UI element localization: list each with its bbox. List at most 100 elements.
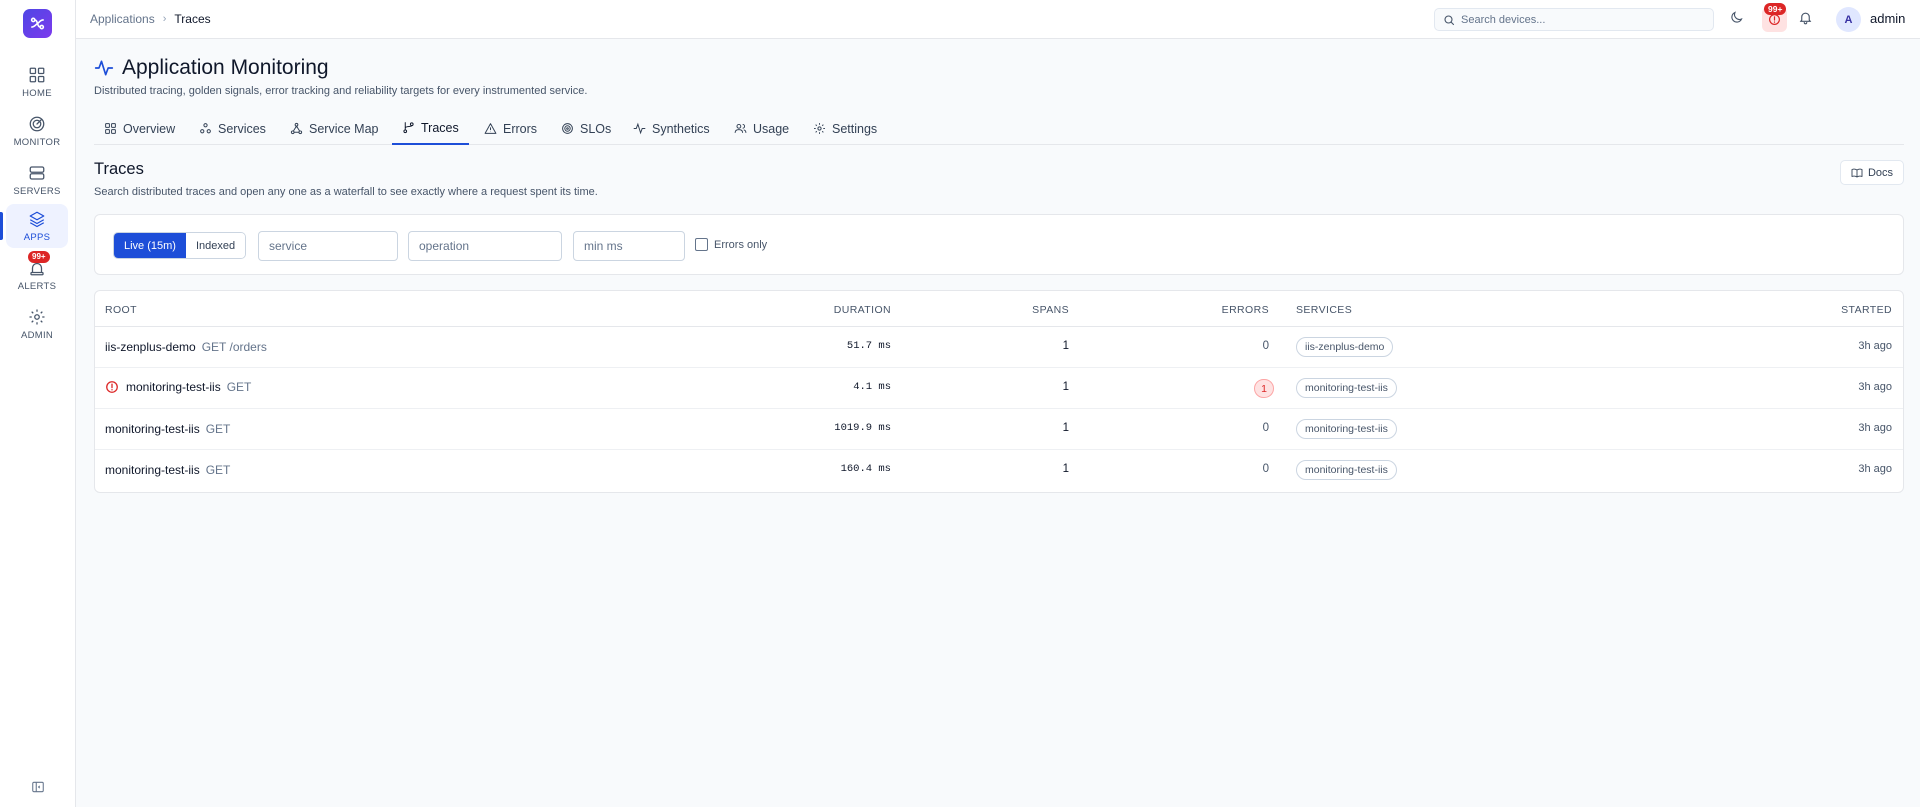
service-tag: iis-zenplus-demo [1296, 337, 1394, 357]
root-cell: iis-zenplus-demo GET /orders [105, 340, 267, 354]
tab-usage[interactable]: Usage [734, 112, 789, 145]
sidebar-collapse-button[interactable] [31, 780, 45, 794]
operation-filter-input[interactable] [408, 231, 562, 261]
spans-cell: 1 [1062, 463, 1069, 475]
root-cell: monitoring-test-iis GET [105, 422, 230, 436]
sidebar-item-label: SERVERS [13, 185, 61, 197]
column-header-services: SERVICES [1296, 304, 1353, 316]
grid-icon [105, 123, 116, 134]
docs-label: Docs [1867, 166, 1894, 179]
tab-services[interactable]: Services [199, 112, 266, 145]
nodes-icon [200, 123, 211, 134]
moon-icon [1731, 11, 1743, 23]
sidebar-item-label: APPS [23, 231, 51, 243]
section-title: Traces [94, 160, 144, 178]
username[interactable]: admin [1870, 11, 1905, 26]
breadcrumb: Applications › Traces [90, 12, 211, 26]
sidebar-item-apps[interactable]: APPS [6, 204, 68, 248]
tab-label: Traces [421, 120, 459, 135]
sidebar-item-label: ALERTS [17, 280, 57, 292]
grid-icon [29, 67, 45, 82]
sidebar-item-label: HOME [22, 87, 52, 99]
page-title: Application Monitoring [94, 56, 329, 80]
min-ms-filter-input[interactable] [573, 231, 685, 261]
errors-only-label: Errors only [714, 238, 768, 251]
bell-icon [1799, 12, 1812, 25]
sidebar-item-servers[interactable]: SERVERS [6, 158, 68, 202]
notifications-button[interactable] [1798, 10, 1813, 25]
tab-traces[interactable]: Traces [392, 112, 469, 145]
root-operation: GET /orders [201, 340, 267, 354]
server-icon [29, 165, 45, 180]
root-cell: monitoring-test-iis GET [105, 380, 251, 394]
tab-synthetics[interactable]: Synthetics [633, 112, 710, 145]
errors-cell-badge: 1 [1254, 379, 1274, 398]
tab-overview[interactable]: Overview [104, 112, 175, 145]
spans-cell: 1 [1062, 340, 1069, 352]
table-row[interactable]: monitoring-test-iis GET 1019.9 ms 1 0 mon… [95, 409, 1903, 450]
breadcrumb-applications[interactable]: Applications [90, 12, 155, 26]
sidebar-item-home[interactable]: HOME [6, 60, 68, 104]
tab-label: Synthetics [652, 121, 710, 136]
tab-service-map[interactable]: Service Map [290, 112, 378, 145]
search-icon [1444, 14, 1455, 25]
breadcrumb-separator: › [162, 13, 167, 25]
docs-button[interactable]: Docs [1840, 160, 1904, 185]
theme-toggle-button[interactable] [1729, 10, 1744, 25]
search-input[interactable] [1461, 13, 1701, 26]
sidebar-active-indicator [0, 212, 3, 240]
page-title-text: Application Monitoring [122, 56, 329, 79]
mode-live-option[interactable]: Live (15m) [114, 233, 186, 258]
duration-cell: 51.7 ms [846, 340, 891, 352]
mode-indexed-option[interactable]: Indexed [185, 233, 246, 258]
sidebar-item-alerts[interactable]: 99+ ALERTS [6, 251, 68, 297]
panel-collapse-icon [32, 781, 44, 793]
table-header: ROOT DURATION SPANS ERRORS SERVICES STAR… [95, 291, 1903, 327]
tab-errors[interactable]: Errors [484, 112, 537, 145]
table-row[interactable]: monitoring-test-iis GET 4.1 ms 1 1 monito… [95, 368, 1903, 409]
topbar: Applications › Traces 99+ A admin [76, 0, 1920, 39]
logo-icon [30, 17, 45, 30]
started-cell: 3h ago [1858, 340, 1892, 352]
sidebar-item-admin[interactable]: ADMIN [6, 302, 68, 346]
table-row[interactable]: monitoring-test-iis GET 160.4 ms 1 0 moni… [95, 450, 1903, 491]
duration-cell: 1019.9 ms [834, 422, 891, 434]
service-filter-input[interactable] [258, 231, 398, 261]
avatar[interactable]: A [1836, 7, 1861, 32]
tab-slos[interactable]: SLOs [561, 112, 611, 145]
column-header-errors: ERRORS [1221, 304, 1269, 316]
root-service: monitoring-test-iis [126, 380, 221, 394]
tab-label: Service Map [309, 121, 379, 136]
gear-icon [814, 123, 825, 134]
tab-label: Services [218, 121, 266, 136]
root-service: iis-zenplus-demo [105, 340, 196, 354]
activity-icon [94, 60, 114, 76]
sidebar-item-monitor[interactable]: MONITOR [6, 109, 68, 153]
tab-label: Errors [503, 121, 538, 136]
page-subtitle: Distributed tracing, golden signals, err… [94, 85, 588, 97]
app-logo[interactable] [23, 9, 52, 38]
warning-icon [484, 123, 497, 134]
tab-settings[interactable]: Settings [813, 112, 877, 145]
root-service: monitoring-test-iis [105, 463, 200, 477]
errors-only-checkbox[interactable]: Errors only [695, 238, 767, 251]
started-cell: 3h ago [1858, 463, 1892, 475]
root-service: monitoring-test-iis [105, 422, 200, 436]
mode-toggle: Live (15m) Indexed [113, 232, 247, 259]
sidebar-item-label: ADMIN [20, 329, 54, 341]
column-header-root: ROOT [105, 304, 137, 316]
alerts-count-badge: 99+ [28, 251, 50, 263]
errors-cell: 0 [1262, 422, 1269, 434]
root-operation: GET [205, 422, 231, 436]
gear-icon [29, 309, 45, 324]
traces-table: ROOT DURATION SPANS ERRORS SERVICES STAR… [94, 290, 1904, 493]
pulse-icon [633, 122, 646, 135]
sidebar-item-label: MONITOR [13, 136, 61, 148]
table-row[interactable]: iis-zenplus-demo GET /orders 51.7 ms 1 0 … [95, 327, 1903, 368]
tab-label: SLOs [580, 121, 612, 136]
book-icon [1851, 168, 1863, 177]
service-tag: monitoring-test-iis [1296, 460, 1397, 480]
search-box[interactable] [1434, 8, 1714, 31]
tab-label: Usage [753, 121, 790, 136]
checkbox-box[interactable] [695, 238, 708, 251]
